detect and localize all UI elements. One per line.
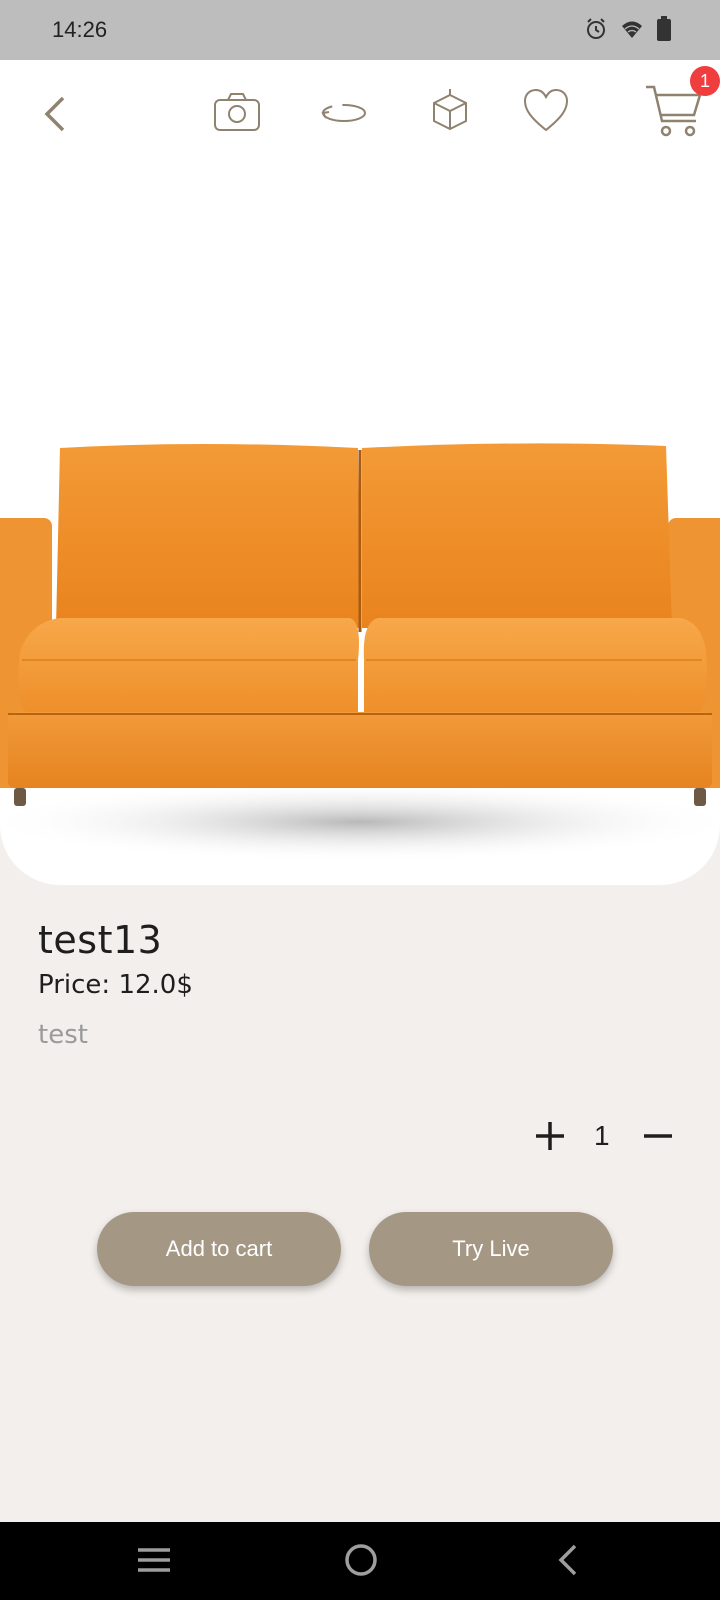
ar-cube-icon [430,87,470,138]
back-icon [553,1542,583,1583]
home-icon [343,1542,379,1583]
system-nav-bar [0,1522,720,1600]
heart-icon [523,88,569,137]
rotate-360-icon [320,98,368,133]
nav-back-button[interactable] [546,1540,590,1584]
product-image-panel [0,60,720,885]
product-price: Price: 12.0$ [38,970,193,1000]
wifi-icon [620,17,644,46]
status-bar: 14:26 [0,0,720,60]
plus-icon [530,1122,570,1160]
favorite-button[interactable] [522,88,570,136]
quantity-value: 1 [594,1120,610,1151]
nav-menu-button[interactable] [132,1540,176,1584]
quantity-increase-button[interactable] [530,1116,570,1156]
product-name: test13 [38,918,163,962]
camera-button[interactable] [213,92,261,136]
battery-icon [656,16,672,47]
alarm-icon [584,17,608,46]
status-time: 14:26 [52,17,108,42]
add-to-cart-button[interactable]: Add to cart [97,1212,341,1286]
product-image [0,360,720,880]
ar-view-button[interactable] [428,88,472,136]
back-chevron-icon [41,94,69,139]
cart-count-badge: 1 [690,66,720,96]
rotate-360-button[interactable] [320,98,368,132]
status-icons [584,16,672,47]
nav-home-button[interactable] [339,1540,383,1584]
try-live-button[interactable]: Try Live [369,1212,613,1286]
product-description: test [38,1020,88,1050]
quantity-decrease-button[interactable] [638,1116,678,1156]
minus-icon [638,1134,678,1160]
camera-icon [213,92,261,137]
back-button[interactable] [30,88,80,144]
menu-icon [136,1545,172,1580]
